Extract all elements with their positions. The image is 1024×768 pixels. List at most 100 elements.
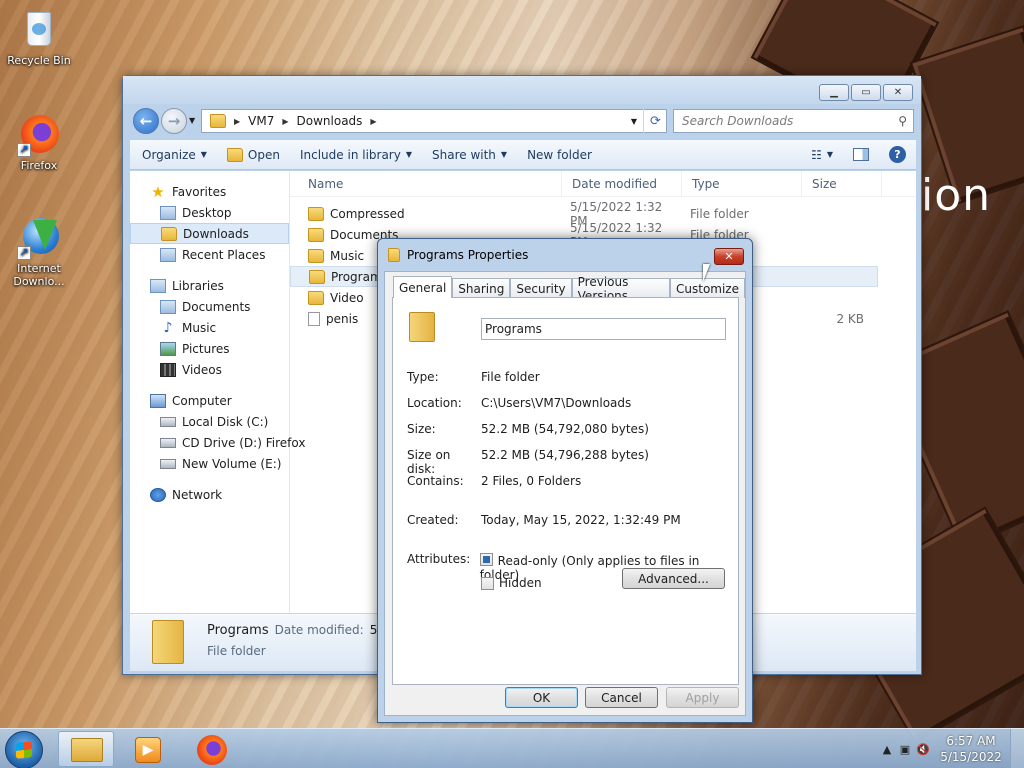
preview-pane-icon [853, 148, 869, 161]
computer-icon [150, 393, 166, 408]
desktop-icon-internet-download-manager[interactable]: ↗ Internet Downlo... [3, 216, 75, 288]
nav-libraries[interactable]: Libraries [130, 275, 289, 296]
forward-button[interactable]: → [161, 108, 187, 134]
taskbar-firefox[interactable] [184, 731, 240, 767]
volume-muted-icon[interactable]: 🔇 [914, 743, 932, 756]
minimize-button[interactable]: ▁ [819, 84, 849, 101]
column-header-size[interactable]: Size [802, 171, 882, 196]
search-placeholder: Search Downloads [682, 114, 794, 128]
dialog-close-button[interactable]: ✕ [714, 248, 744, 265]
nav-documents[interactable]: Documents [130, 296, 289, 317]
size-label: Size: [407, 422, 436, 436]
nav-label: Videos [182, 362, 222, 377]
new-folder-button[interactable]: New folder [517, 140, 602, 169]
back-button[interactable]: ← [133, 108, 159, 134]
file-type: File folder [690, 206, 749, 221]
desktop-icon-firefox[interactable]: ↗ Firefox [3, 113, 75, 172]
file-name: Video [330, 290, 364, 305]
type-value: File folder [481, 370, 540, 384]
nav-label: Pictures [182, 341, 230, 356]
help-icon: ? [889, 146, 906, 163]
tab-previous-versions[interactable]: Previous Versions [571, 275, 670, 303]
open-button[interactable]: Open [217, 140, 290, 169]
taskbar-explorer[interactable] [58, 731, 114, 767]
hidden-checkbox[interactable]: Hidden [481, 576, 542, 590]
folder-thumbnail-icon [152, 620, 184, 664]
chevron-down-icon: ▼ [826, 150, 833, 159]
apply-button[interactable]: Apply [666, 687, 739, 708]
column-header-name[interactable]: Name [290, 171, 562, 196]
breadcrumb-downloads[interactable]: Downloads [297, 114, 363, 128]
tab-general[interactable]: General [393, 276, 453, 298]
start-button[interactable] [5, 731, 43, 768]
shortcut-arrow-icon: ↗ [17, 246, 31, 260]
nav-pictures[interactable]: Pictures [130, 338, 289, 359]
mouse-cursor-icon [703, 264, 710, 282]
nav-label: CD Drive (D:) Firefox [182, 435, 306, 450]
breadcrumb-separator-icon[interactable]: ▶ [370, 117, 376, 126]
preview-pane-button[interactable] [843, 140, 879, 169]
nav-downloads[interactable]: Downloads [130, 223, 289, 244]
documents-icon [160, 299, 176, 314]
search-input[interactable]: Search Downloads ⚲ [673, 109, 914, 133]
dialog-body: General Sharing Security Previous Versio… [384, 271, 746, 716]
help-button[interactable]: ? [879, 140, 916, 169]
music-icon: ♪ [163, 319, 173, 336]
nav-cd-drive[interactable]: CD Drive (D:) Firefox [130, 432, 305, 453]
dialog-titlebar[interactable]: Programs Properties [378, 239, 752, 271]
hard-drive-icon [160, 416, 176, 427]
share-with-menu[interactable]: Share with ▼ [422, 140, 517, 169]
nav-recent-places[interactable]: Recent Places [130, 244, 289, 265]
refresh-button[interactable]: ⟳ [643, 109, 667, 133]
chevron-down-icon: ▼ [405, 150, 412, 159]
breadcrumb-separator-icon[interactable]: ▶ [234, 117, 240, 126]
nav-new-volume[interactable]: New Volume (E:) [130, 453, 289, 474]
contains-value: 2 Files, 0 Folders [481, 474, 582, 488]
nav-desktop[interactable]: Desktop [130, 202, 289, 223]
column-header-date[interactable]: Date modified [562, 171, 682, 196]
include-in-library-menu[interactable]: Include in library ▼ [290, 140, 422, 169]
nav-local-disk[interactable]: Local Disk (C:) [130, 411, 289, 432]
recent-pages-dropdown[interactable]: ▼ [189, 116, 195, 125]
clock[interactable]: 6:57 AM 5/15/2022 [932, 733, 1010, 765]
nav-computer[interactable]: Computer [130, 390, 289, 411]
column-header-type[interactable]: Type [682, 171, 802, 196]
desktop-icon-recycle-bin[interactable]: Recycle Bin [3, 8, 75, 67]
nav-favorites[interactable]: ★ Favorites [130, 181, 289, 202]
network-icon [150, 487, 166, 502]
show-hidden-icons-button[interactable]: ▲ [878, 743, 896, 756]
cancel-button[interactable]: Cancel [585, 687, 658, 708]
change-view-button[interactable]: ☷ ▼ [801, 140, 843, 169]
taskbar-media-player[interactable]: ▶ [120, 731, 176, 767]
show-desktop-button[interactable] [1010, 729, 1024, 768]
address-bar[interactable]: ▶ VM7 ▶ Downloads ▶ [201, 109, 667, 133]
folder-icon [309, 269, 325, 284]
separator [407, 353, 724, 354]
nav-network[interactable]: Network [130, 484, 289, 505]
explorer-titlebar[interactable]: ▁ ▭ ✕ [123, 76, 921, 104]
created-value: Today, May 15, 2022, 1:32:49 PM [481, 513, 681, 527]
maximize-button[interactable]: ▭ [851, 84, 881, 101]
file-name: penis [326, 311, 359, 326]
folder-name-input[interactable]: Programs [481, 318, 726, 340]
tab-security[interactable]: Security [510, 278, 572, 298]
nav-videos[interactable]: Videos [130, 359, 289, 380]
address-history-dropdown[interactable]: ▼ [625, 109, 643, 133]
nav-label: Music [182, 320, 217, 335]
organize-menu[interactable]: Organize ▼ [130, 140, 217, 169]
navigation-bar: ← → ▼ ▶ VM7 ▶ Downloads ▶ ▼ ⟳ Search Dow… [131, 106, 915, 136]
breadcrumb-vm7[interactable]: VM7 [248, 114, 274, 128]
cd-drive-icon [160, 437, 176, 448]
refresh-icon: ⟳ [650, 113, 661, 129]
breadcrumb-separator-icon[interactable]: ▶ [282, 117, 288, 126]
nav-music[interactable]: ♪ Music [130, 317, 289, 338]
size-row: Size: 52.2 MB (54,792,080 bytes) [407, 422, 649, 436]
network-status-icon[interactable]: ▣ [896, 743, 914, 756]
advanced-button[interactable]: Advanced... [622, 568, 725, 589]
tab-sharing[interactable]: Sharing [452, 278, 511, 298]
close-button[interactable]: ✕ [883, 84, 913, 101]
ok-button[interactable]: OK [505, 687, 578, 708]
nav-label: Libraries [172, 278, 224, 293]
file-size: 2 KB [836, 311, 864, 326]
desktop-icon [160, 205, 176, 220]
